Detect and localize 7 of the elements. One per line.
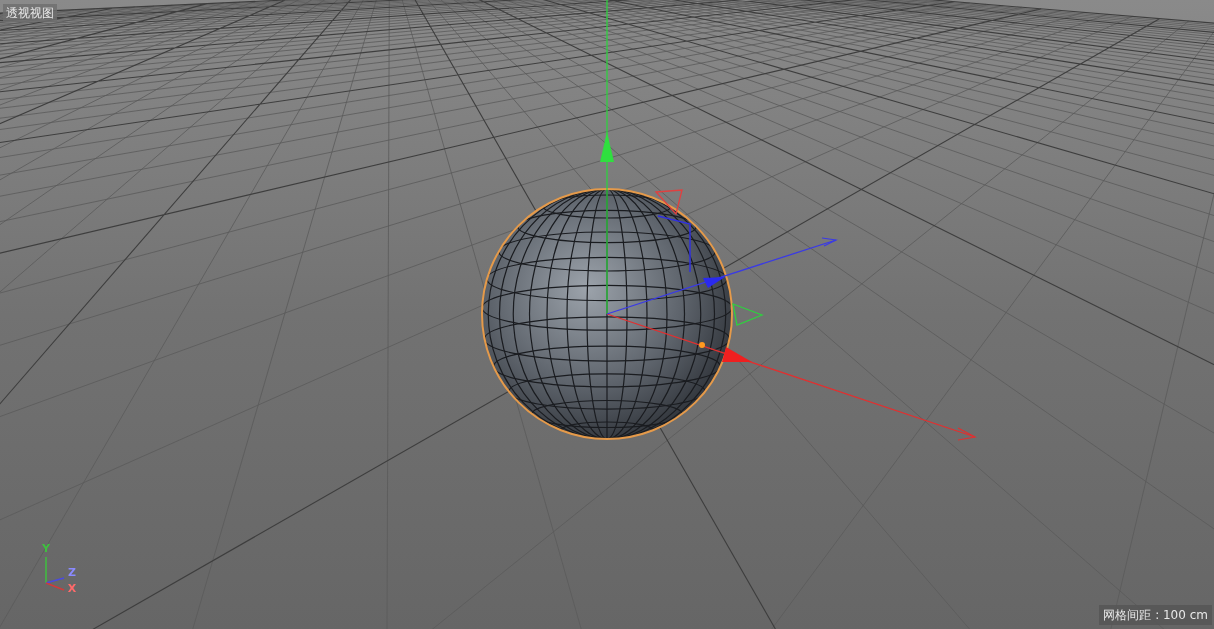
axis-label: Z (68, 566, 76, 579)
grid-spacing-label: 网格间距 : 100 cm (1099, 605, 1212, 625)
axis-indicator-icon (45, 556, 65, 591)
axis-gizmo-drawing[interactable] (600, 0, 977, 441)
axis-label: X (67, 582, 77, 595)
axis-label: Y (42, 542, 50, 555)
viewport-title: 透视视图 (3, 4, 57, 22)
